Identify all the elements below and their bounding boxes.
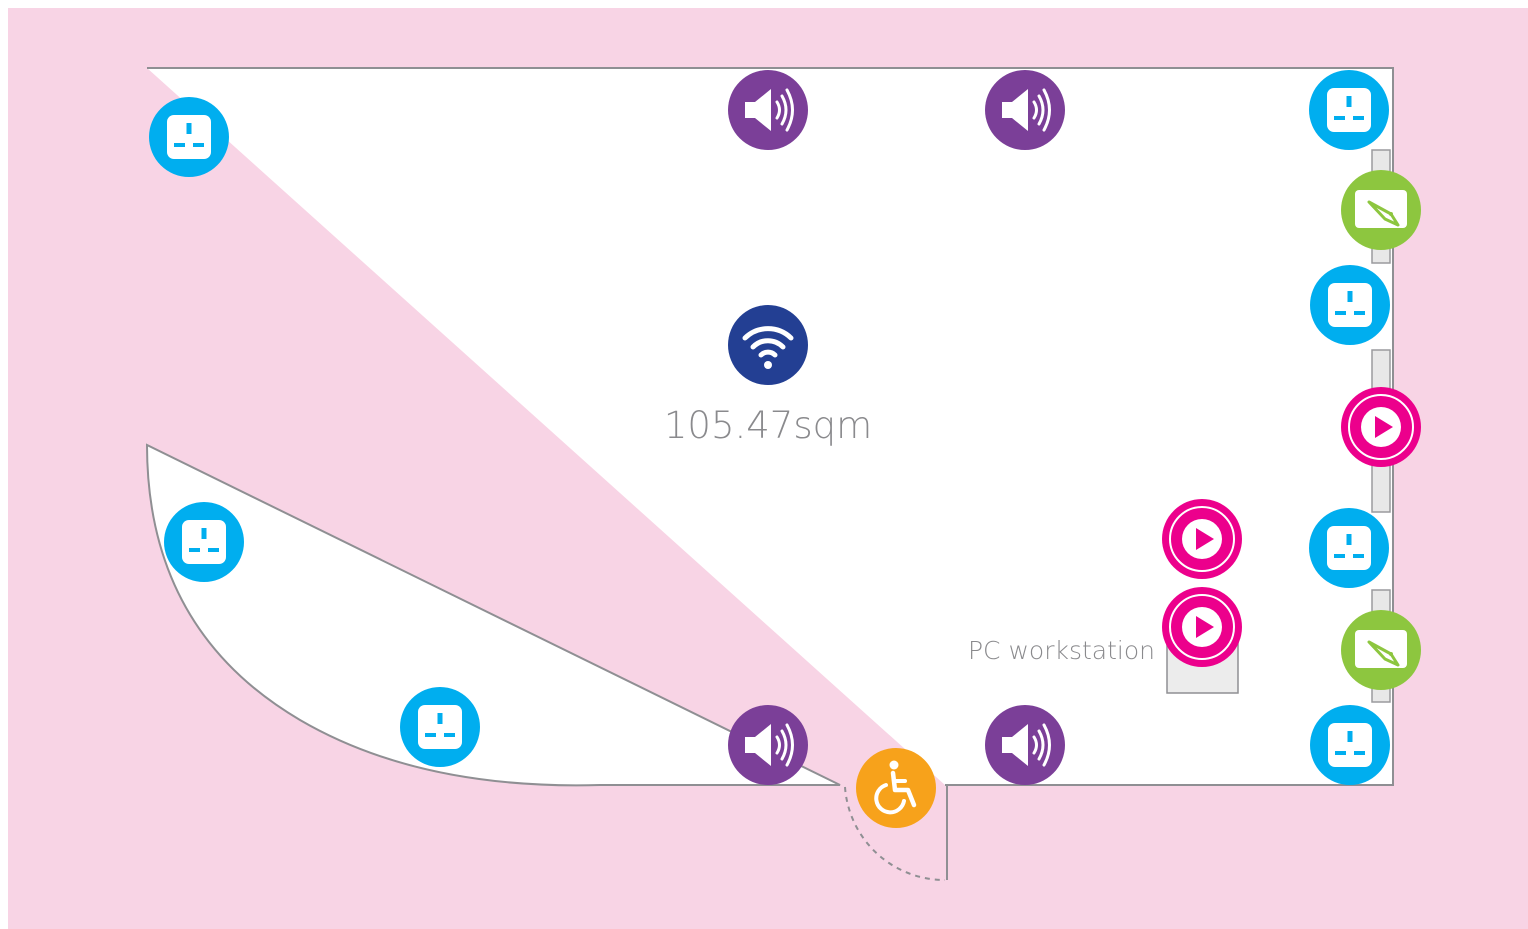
play-icon [1161,586,1243,668]
projector-screen-icon [1339,608,1423,692]
speaker-icon [726,68,810,152]
power-socket-icon [1310,705,1390,785]
power-socket-icon [149,97,229,177]
room-area-label: 105.47sqm [663,404,873,447]
floor-plan: 105.47sqm PC workstation [0,0,1528,929]
speaker-icon [726,703,810,787]
play-icon [1340,386,1422,468]
speaker-icon [983,703,1067,787]
play-icon [1161,498,1243,580]
power-socket-icon [400,687,480,767]
floor-plan-drawing [0,0,1528,929]
wheelchair-icon [856,748,936,828]
speaker-icon [983,68,1067,152]
wifi-icon [728,305,808,385]
projector-screen-icon [1339,168,1423,252]
power-socket-icon [1310,265,1390,345]
power-socket-icon [164,502,244,582]
power-socket-icon [1309,508,1389,588]
pc-workstation-label: PC workstation [967,636,1155,665]
power-socket-icon [1309,70,1389,150]
